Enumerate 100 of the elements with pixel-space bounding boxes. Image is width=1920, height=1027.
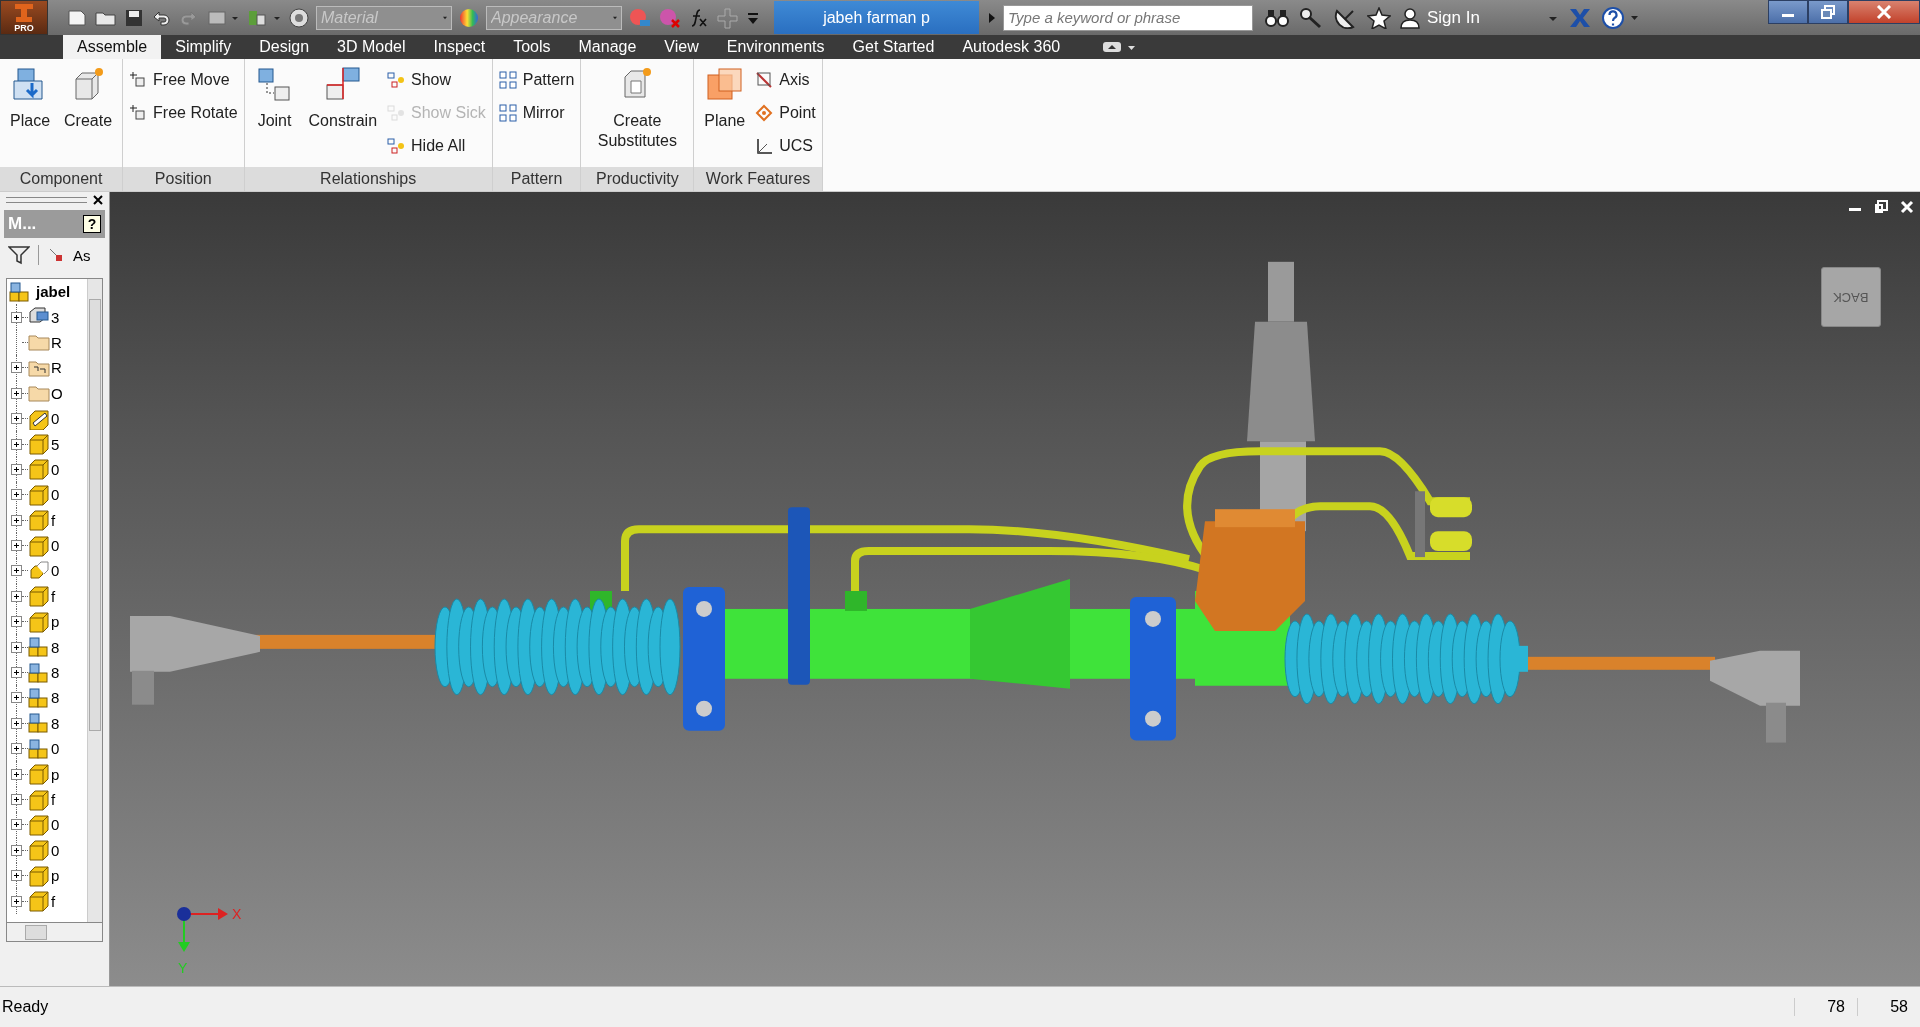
ribbon-tool[interactable]: Pattern bbox=[498, 63, 575, 96]
ribbon-tab[interactable]: Simplify bbox=[161, 35, 246, 59]
logo-icon[interactable] bbox=[13, 2, 35, 23]
tree-item[interactable]: R bbox=[51, 333, 62, 351]
expand-icon[interactable] bbox=[11, 895, 22, 907]
help-icon[interactable] bbox=[1601, 5, 1641, 30]
relationship-icon[interactable] bbox=[387, 70, 406, 89]
expand-icon[interactable] bbox=[11, 667, 22, 679]
tree-item[interactable]: 0 bbox=[51, 537, 60, 555]
expand-icon[interactable] bbox=[11, 819, 22, 831]
expand-icon[interactable] bbox=[11, 362, 22, 374]
tree-item[interactable]: p bbox=[51, 765, 60, 783]
tree-item[interactable]: 0 bbox=[51, 562, 60, 580]
tree-item[interactable]: 3 bbox=[51, 308, 60, 326]
expand-icon[interactable] bbox=[11, 641, 22, 653]
tree-item[interactable]: 0 bbox=[51, 816, 60, 834]
panel-title[interactable]: Work Features bbox=[694, 167, 822, 191]
expand-icon[interactable] bbox=[11, 565, 22, 577]
tree-item[interactable]: p bbox=[51, 867, 60, 885]
scrollbar[interactable] bbox=[87, 279, 102, 922]
expand-icon[interactable] bbox=[11, 489, 22, 501]
star-icon[interactable] bbox=[1367, 6, 1391, 29]
ribbon-tool[interactable]: Mirror bbox=[498, 96, 575, 129]
ribbon-tab[interactable]: Inspect bbox=[419, 35, 500, 59]
panel-title[interactable]: Relationships bbox=[244, 167, 492, 191]
restore-button[interactable] bbox=[1808, 0, 1848, 24]
appearance-dropdown[interactable]: Appearance bbox=[486, 5, 622, 30]
tree-item[interactable]: 8 bbox=[51, 714, 60, 732]
expand-icon[interactable] bbox=[11, 844, 22, 856]
ribbon-tab[interactable]: Tools bbox=[499, 35, 565, 59]
expand-icon[interactable] bbox=[11, 794, 22, 805]
tree-item[interactable]: f bbox=[51, 587, 56, 605]
tree-item[interactable]: f bbox=[51, 892, 56, 910]
restore-icon[interactable] bbox=[1874, 200, 1888, 214]
panel-title[interactable]: Pattern bbox=[492, 167, 581, 191]
ribbon-tool[interactable]: Place bbox=[6, 63, 55, 162]
cube-icon[interactable] bbox=[129, 103, 148, 122]
ribbon-tab[interactable]: 3D Model bbox=[323, 35, 420, 59]
material-field[interactable]: Material bbox=[317, 7, 443, 28]
ribbon-tool[interactable]: Free Rotate bbox=[129, 96, 238, 129]
expand-icon[interactable] bbox=[11, 463, 22, 475]
expand-icon[interactable] bbox=[11, 311, 22, 323]
expand-icon[interactable] bbox=[11, 514, 22, 526]
scrollbar[interactable] bbox=[6, 923, 103, 942]
expand-icon[interactable] bbox=[11, 590, 22, 602]
ribbon-tab[interactable]: Manage bbox=[564, 35, 651, 59]
color-ball-icon[interactable] bbox=[458, 6, 480, 29]
tree-item[interactable]: 0 bbox=[51, 460, 60, 478]
minimize-button[interactable] bbox=[1768, 0, 1808, 24]
close-icon[interactable] bbox=[93, 195, 103, 205]
expand-icon[interactable] bbox=[11, 413, 22, 425]
expand-icon[interactable] bbox=[11, 743, 22, 755]
search-field[interactable]: Type a keyword or phrase bbox=[1003, 4, 1253, 31]
axis-icon[interactable] bbox=[755, 70, 774, 89]
help-button[interactable]: ? bbox=[83, 215, 101, 233]
tree-item[interactable]: 0 bbox=[51, 486, 60, 504]
ribbon-tool[interactable]: Create bbox=[60, 63, 117, 162]
tree-item[interactable]: f bbox=[51, 511, 56, 529]
tree-item[interactable]: 8 bbox=[51, 664, 60, 682]
ribbon-tool[interactable]: Hide All bbox=[387, 129, 486, 162]
ribbon-tool[interactable]: UCS bbox=[755, 129, 816, 162]
tree-item[interactable]: 8 bbox=[51, 638, 60, 656]
ribbon-tool[interactable]: Axis bbox=[755, 63, 816, 96]
joint-icon[interactable] bbox=[47, 246, 65, 264]
tree-item[interactable]: O bbox=[51, 384, 63, 402]
ribbon-tab[interactable]: View bbox=[650, 35, 713, 59]
tree-item[interactable]: 0 bbox=[51, 410, 60, 428]
cube-icon[interactable] bbox=[129, 70, 148, 89]
ribbon-tab[interactable]: Autodesk 360 bbox=[948, 35, 1075, 59]
expand-icon[interactable] bbox=[11, 870, 22, 882]
color-wheel-icon[interactable] bbox=[288, 6, 310, 29]
relationship-icon[interactable] bbox=[387, 136, 406, 155]
user-icon[interactable] bbox=[1399, 6, 1421, 29]
point-icon[interactable] bbox=[755, 103, 774, 122]
grid-icon[interactable] bbox=[498, 103, 517, 122]
expand-icon[interactable] bbox=[11, 692, 22, 704]
ribbon-tab[interactable]: Assemble bbox=[63, 35, 162, 59]
tree-item[interactable]: 8 bbox=[51, 689, 60, 707]
panel-title[interactable]: Position bbox=[123, 167, 244, 191]
ribbon-tab[interactable]: Design bbox=[245, 35, 324, 59]
ribbon-tool[interactable]: Create Substitutes bbox=[587, 63, 688, 162]
app-menu-button[interactable]: PRO bbox=[0, 0, 48, 35]
tree-item[interactable]: f bbox=[51, 791, 56, 808]
tree-item[interactable]: R bbox=[51, 359, 62, 377]
save-icon[interactable] bbox=[124, 7, 144, 28]
expand-icon[interactable] bbox=[11, 616, 22, 628]
panel-title[interactable]: Component bbox=[0, 167, 123, 191]
expand-icon[interactable] bbox=[11, 387, 22, 399]
expand-icon[interactable] bbox=[11, 540, 22, 552]
ribbon-tab[interactable]: Environments bbox=[712, 35, 839, 59]
ribbon-tool[interactable]: Free Move bbox=[129, 63, 238, 96]
ribbon-tool[interactable]: Joint bbox=[250, 63, 299, 162]
filter-icon[interactable] bbox=[8, 245, 30, 265]
ribbon-tool[interactable]: Show bbox=[387, 63, 486, 96]
panel-toggle-icon[interactable] bbox=[1102, 40, 1137, 54]
ribbon-tool[interactable]: Point bbox=[755, 96, 816, 129]
ribbon-tab[interactable]: Get Started bbox=[838, 35, 949, 59]
ribbon-tool[interactable]: Constrain bbox=[304, 63, 382, 162]
ucs-icon[interactable] bbox=[755, 136, 774, 155]
material-dropdown[interactable]: Material bbox=[316, 5, 452, 30]
